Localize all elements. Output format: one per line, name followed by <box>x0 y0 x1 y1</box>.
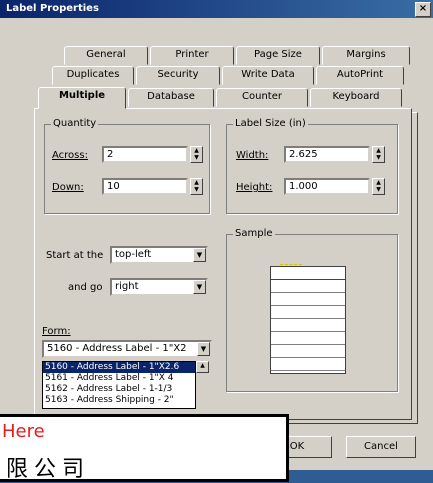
sample-row <box>271 358 345 371</box>
sample-group-label: Sample <box>233 228 275 239</box>
sample-row <box>271 267 345 280</box>
across-field[interactable]: 2 <box>102 146 188 163</box>
sample-row <box>271 306 345 319</box>
sample-preview <box>264 262 352 376</box>
sample-row <box>271 293 345 306</box>
quantity-group-label: Quantity <box>51 118 99 129</box>
overlay-here-text: Here <box>2 421 45 442</box>
across-spinner[interactable]: ▲ ▼ <box>190 146 203 163</box>
label-size-group: Label Size (in) <box>226 118 398 214</box>
form-label: Form: <box>42 326 71 337</box>
start-at-value: top-left <box>115 249 152 260</box>
form-option[interactable]: 5160 - Address Label - 1"X2.6 <box>43 362 195 373</box>
across-label: Across: <box>52 150 88 161</box>
label-size-group-label: Label Size (in) <box>233 118 308 129</box>
tab-database[interactable]: Database <box>128 88 214 107</box>
sample-marker <box>280 264 302 265</box>
tab-counter[interactable]: Counter <box>216 88 308 107</box>
tab-autoprint[interactable]: AutoPrint <box>316 66 404 85</box>
window-title: Label Properties <box>6 3 99 14</box>
label-properties-dialog: Label Properties × General Printer Page … <box>0 0 433 470</box>
sample-row <box>271 345 345 358</box>
dropdown-arrow-icon[interactable]: ▼ <box>197 342 210 356</box>
sample-label-grid <box>270 266 346 374</box>
tab-duplicates[interactable]: Duplicates <box>52 66 134 85</box>
dropdown-arrow-icon[interactable]: ▼ <box>193 248 206 262</box>
form-option[interactable]: 5163 - Address Shipping - 2" <box>43 395 195 406</box>
quantity-group: Quantity <box>44 118 210 214</box>
width-field[interactable]: 2.625 <box>284 146 370 163</box>
and-go-select[interactable]: right ▼ <box>110 278 208 296</box>
cancel-button[interactable]: Cancel <box>346 436 416 458</box>
tab-multiple[interactable]: Multiple <box>38 87 126 109</box>
title-bar: Label Properties × <box>0 0 433 18</box>
tab-keyboard[interactable]: Keyboard <box>310 88 402 107</box>
tab-printer[interactable]: Printer <box>150 46 234 65</box>
and-go-label: and go <box>68 282 103 293</box>
tab-margins[interactable]: Margins <box>322 46 410 65</box>
start-at-select[interactable]: top-left ▼ <box>110 246 208 264</box>
spinner-arrows-icon: ▲ ▼ <box>194 179 199 193</box>
width-label: Width: <box>236 150 269 161</box>
overlay-banner: Here 限公司 <box>0 414 289 482</box>
spinner-arrows-icon: ▲ ▼ <box>194 147 199 161</box>
height-spinner[interactable]: ▲ ▼ <box>372 178 385 195</box>
tab-write-data[interactable]: Write Data <box>222 66 314 85</box>
and-go-value: right <box>115 281 139 292</box>
close-button[interactable]: × <box>415 2 431 17</box>
form-select[interactable]: 5160 - Address Label - 1"X2 ▼ <box>42 340 212 358</box>
form-options-list[interactable]: 5160 - Address Label - 1"X2.6 5161 - Add… <box>42 361 196 409</box>
overlay-chinese-text: 限公司 <box>6 457 91 482</box>
tab-page-size[interactable]: Page Size <box>236 46 320 65</box>
height-field[interactable]: 1.000 <box>284 178 370 195</box>
sample-row <box>271 319 345 332</box>
sample-row <box>271 332 345 345</box>
scroll-up-icon: ▲ <box>200 362 205 369</box>
tab-general[interactable]: General <box>64 46 148 65</box>
tab-security[interactable]: Security <box>136 66 220 85</box>
down-spinner[interactable]: ▲ ▼ <box>190 178 203 195</box>
start-at-label: Start at the <box>46 250 104 261</box>
spinner-arrows-icon: ▲ ▼ <box>376 179 381 193</box>
form-value: 5160 - Address Label - 1"X2 <box>47 343 187 354</box>
dropdown-arrow-icon[interactable]: ▼ <box>193 280 206 294</box>
list-scroll-up[interactable]: ▲ <box>196 361 209 373</box>
sample-row <box>271 280 345 293</box>
form-option[interactable]: 5161 - Address Label - 1"X 4 <box>43 373 195 384</box>
down-label: Down: <box>52 182 84 193</box>
height-label: Height: <box>236 182 273 193</box>
form-option[interactable]: 5162 - Address Label - 1-1/3 <box>43 384 195 395</box>
spinner-arrows-icon: ▲ ▼ <box>376 147 381 161</box>
down-field[interactable]: 10 <box>102 178 188 195</box>
width-spinner[interactable]: ▲ ▼ <box>372 146 385 163</box>
